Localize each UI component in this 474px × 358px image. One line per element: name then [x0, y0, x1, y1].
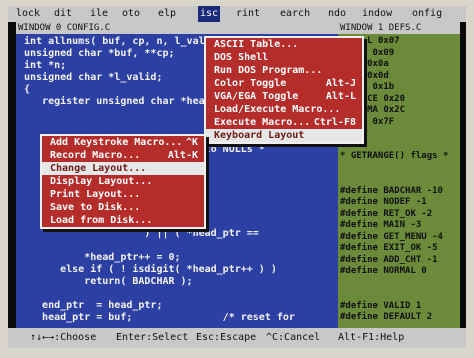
misc-menu-item[interactable]: DOS Shell — [206, 51, 362, 64]
code-line: head_ptr = buf; /* reset for — [24, 312, 295, 323]
code-line: #define DEFAULT 2 — [340, 312, 433, 322]
menu-block[interactable]: lock — [14, 6, 42, 22]
code-line: * GETRANGE() flags * — [340, 151, 449, 161]
code-line: #define NODEF -1 — [340, 197, 427, 207]
misc-menu-item[interactable]: Execute Macro... Ctrl-F8 — [206, 116, 362, 129]
code-line: int allnums( buf, cp, n, l_valid — [24, 36, 217, 47]
code-line: unsigned char *buf, **cp; — [24, 48, 175, 59]
code-line: ) || ( *head_ptr == — [24, 228, 259, 239]
status-choose: ↑↓←→:Choose — [30, 332, 97, 343]
code-line: end_ptr = head_ptr; — [24, 300, 163, 311]
code-line: #define VALID 1 — [340, 300, 422, 311]
keyboard-submenu-item-shortcut: Alt-K — [167, 150, 198, 161]
misc-menu-item-shortcut: Alt-J — [325, 78, 356, 89]
status-select: Enter:Select — [116, 332, 189, 343]
misc-menu-item-label: DOS Shell — [214, 52, 269, 63]
code-line: int *n; — [24, 60, 67, 71]
misc-menu-item-label: Execute Macro... — [214, 117, 311, 128]
status-cancel: ^C:Cancel — [266, 332, 321, 343]
misc-menu-item[interactable]: Keyboard Layout — [206, 129, 362, 142]
right-window-title: WINDOW 1 DEFS.C — [338, 22, 460, 34]
left-window-title: WINDOW 0 CONFIG.C — [16, 22, 338, 34]
misc-menu-item-label: ASCII Table... — [214, 39, 299, 50]
code-line: else if ( ! isdigit( *head_ptr++ ) ) — [24, 264, 277, 275]
menu-print[interactable]: rint — [234, 6, 262, 22]
misc-menu-item[interactable]: ASCII Table... — [206, 38, 362, 51]
keyboard-submenu-item-label: Record Macro... — [50, 150, 141, 161]
menu-edit[interactable]: dit — [52, 6, 74, 22]
keyboard-submenu-item[interactable]: Record Macro... Alt-K — [42, 149, 204, 162]
menu-misc[interactable]: isc — [198, 6, 221, 22]
code-line: #define NORMAL 0 — [340, 266, 427, 276]
status-bar: ↑↓←→:Choose Enter:Select Esc:Escape ^C:C… — [8, 328, 466, 348]
menu-goto[interactable]: oto — [120, 6, 142, 22]
menu-bar: lock dit ile oto elp isc rint earch ndo … — [8, 6, 466, 22]
misc-menu: ASCII Table... DOS Shell Run DOS Program..… — [204, 36, 364, 144]
keyboard-submenu-item-label: Display Layout... — [50, 176, 153, 187]
keyboard-submenu-item[interactable]: Add Keystroke Macro... ^K — [42, 136, 204, 149]
misc-menu-item-label: VGA/EGA Toggle — [214, 91, 299, 102]
dos-screen: lock dit ile oto elp isc rint earch ndo … — [8, 6, 466, 348]
misc-menu-item[interactable]: Run DOS Program... — [206, 64, 362, 77]
menu-undo[interactable]: ndo — [326, 6, 348, 22]
code-line: register unsigned char *head — [24, 96, 211, 107]
keyboard-submenu-item[interactable]: Save to Disk... — [42, 201, 204, 214]
menu-file[interactable]: ile — [88, 6, 110, 22]
keyboard-submenu-item[interactable]: Load from Disk... — [42, 214, 204, 227]
menu-window[interactable]: indow — [360, 6, 394, 22]
menu-help[interactable]: elp — [156, 6, 178, 22]
keyboard-submenu-item[interactable]: Print Layout... — [42, 188, 204, 201]
status-escape: Esc:Escape — [196, 332, 257, 343]
code-line: #define ADD_CHT -1 — [340, 254, 438, 265]
keyboard-submenu-item-label: Change Layout... — [50, 163, 147, 174]
code-line: return( BADCHAR ); — [24, 276, 193, 287]
code-line: unsigned char *l_valid; — [24, 72, 163, 83]
code-line: #define BADCHAR -10 — [340, 185, 443, 196]
code-line: { — [24, 84, 31, 95]
misc-menu-item-label: Run DOS Program... — [214, 65, 323, 76]
keyboard-submenu-item-label: Print Layout... — [50, 189, 141, 200]
misc-menu-item[interactable]: Load/Execute Macro... — [206, 103, 362, 116]
code-line: #define RET_OK -2 — [340, 208, 433, 219]
misc-menu-item[interactable]: VGA/EGA Toggle Alt-L — [206, 90, 362, 103]
keyboard-submenu-item[interactable]: Change Layout... — [42, 162, 204, 175]
keyboard-submenu-item-label: Save to Disk... — [50, 202, 141, 213]
misc-menu-item-label: Keyboard Layout — [214, 130, 305, 141]
keyboard-submenu-item-label: Load from Disk... — [50, 215, 153, 226]
keyboard-submenu-item[interactable]: Display Layout... — [42, 175, 204, 188]
misc-menu-item[interactable]: Color Toggle Alt-J — [206, 77, 362, 90]
keyboard-layout-submenu: Add Keystroke Macro... ^K Record Macro... A… — [40, 134, 206, 229]
misc-menu-item-shortcut: Alt-L — [325, 91, 356, 102]
keyboard-submenu-item-label: Add Keystroke Macro... — [50, 137, 183, 148]
status-help: Alt-F1:Help — [338, 332, 405, 343]
misc-menu-item-shortcut: Ctrl-F8 — [313, 117, 356, 128]
misc-menu-item-label: Load/Execute Macro... — [214, 104, 341, 115]
code-line: #define MAIN -3 — [340, 220, 422, 230]
code-line: #define GET_MENU -4 — [340, 231, 443, 242]
menu-config[interactable]: onfig — [410, 6, 444, 22]
code-line: *head_ptr++ = 0; — [24, 252, 181, 263]
code-line: #define EXIT_OK -5 — [340, 243, 438, 253]
menu-search[interactable]: earch — [278, 6, 312, 22]
misc-menu-item-label: Color Toggle — [214, 78, 287, 89]
keyboard-submenu-item-shortcut: ^K — [185, 137, 198, 148]
